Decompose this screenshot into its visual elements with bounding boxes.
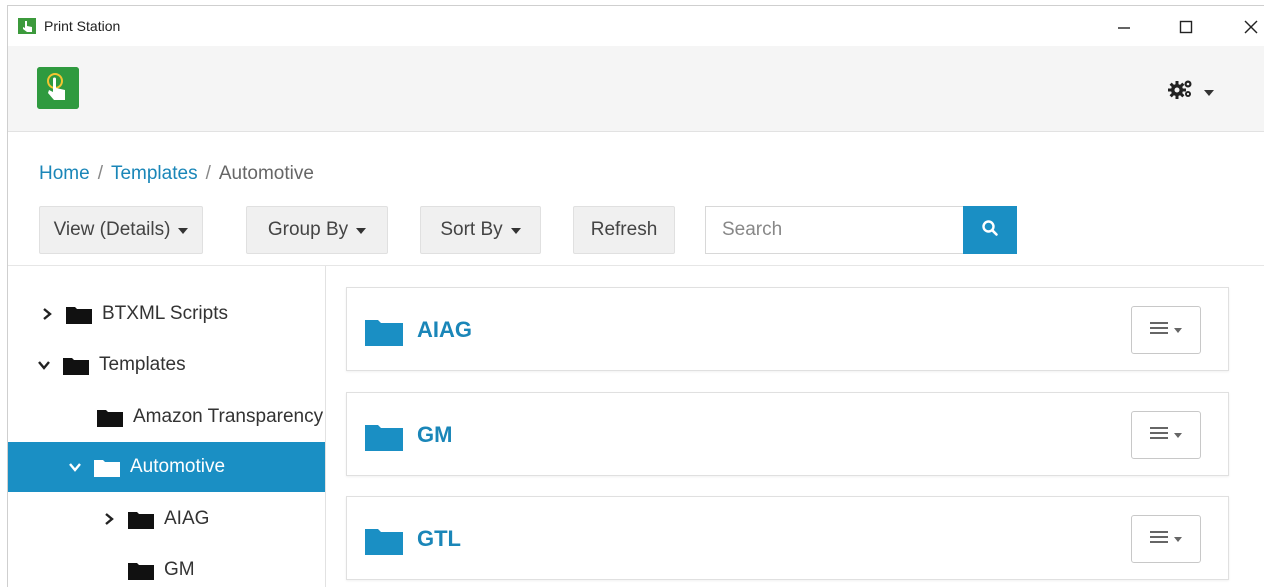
settings-menu-button[interactable] [1168,78,1214,105]
breadcrumb-templates[interactable]: Templates [111,163,198,185]
toolbar: View (Details) Group By Sort By Refresh [8,206,1264,266]
tree-item-amazon-transparency[interactable]: Amazon Transparency [8,392,325,442]
folder-icon [365,421,403,456]
chevron-down-icon [1174,327,1182,333]
folder-name[interactable]: GM [417,422,452,448]
tree-item-templates[interactable]: Templates [8,340,325,390]
folder-menu-button[interactable] [1131,411,1201,459]
tree-item-gm[interactable]: GM [8,545,325,587]
breadcrumb-separator: / [205,163,211,184]
hamburger-icon [1150,321,1168,340]
folder-name[interactable]: GTL [417,526,461,552]
tree-item-label: Automotive [130,456,226,477]
refresh-label: Refresh [590,219,658,240]
chevron-down-icon [510,228,521,234]
chevron-right-icon[interactable] [102,512,116,526]
tree-item-label: Amazon Transparency [133,406,324,427]
touch-hand-icon[interactable] [37,67,79,109]
sort-by-button[interactable]: Sort By [420,206,541,254]
app-icon [18,18,36,34]
tree-item-label: AIAG [164,508,210,529]
breadcrumb-separator: / [97,163,103,184]
folder-icon [97,407,123,427]
search-icon [981,219,999,242]
chevron-down-icon [1174,432,1182,438]
folder-card-gtl[interactable]: GTL [346,496,1229,580]
hamburger-icon [1150,530,1168,549]
tree-item-label: BTXML Scripts [102,303,228,324]
search-box [705,206,1019,254]
minimize-button[interactable] [1101,12,1147,42]
folder-icon [128,509,154,529]
folder-name[interactable]: AIAG [417,317,472,343]
hamburger-icon [1150,426,1168,445]
folder-icon [94,457,120,477]
folder-icon [66,304,92,324]
close-button[interactable] [1228,12,1264,42]
chevron-down-icon[interactable] [37,360,51,370]
search-button[interactable] [963,206,1017,254]
tree-item-label: GM [164,559,195,580]
chevron-down-icon [1204,89,1214,96]
view-label: View (Details) [53,219,171,240]
gears-icon [1168,78,1194,105]
folder-icon [63,355,89,375]
folder-icon [365,316,403,351]
chevron-down-icon [1174,536,1182,542]
tree-item-btxml-scripts[interactable]: BTXML Scripts [8,289,325,339]
sort-by-label: Sort By [440,219,503,240]
maximize-button[interactable] [1163,12,1209,42]
search-input[interactable] [705,206,965,254]
chevron-down-icon[interactable] [68,462,82,472]
folder-menu-button[interactable] [1131,515,1201,563]
folder-icon [365,525,403,560]
folder-tree: BTXML Scripts Templates Amazon Transpare… [8,266,326,587]
chevron-right-icon[interactable] [40,307,54,321]
view-dropdown-button[interactable]: View (Details) [39,206,203,254]
tree-item-aiag[interactable]: AIAG [8,494,325,544]
chevron-down-icon [178,228,189,234]
refresh-button[interactable]: Refresh [573,206,675,254]
folder-card-aiag[interactable]: AIAG [346,287,1229,371]
app-window: Print Station Home / Templates / Automot… [7,5,1264,587]
window-title: Print Station [44,18,121,34]
folder-menu-button[interactable] [1131,306,1201,354]
breadcrumb-home[interactable]: Home [39,163,90,185]
folder-card-gm[interactable]: GM [346,392,1229,476]
title-bar: Print Station [8,6,1264,46]
folder-icon [128,560,154,580]
tree-item-label: Templates [99,354,186,375]
chevron-down-icon [356,228,367,234]
breadcrumb: Home / Templates / Automotive [39,163,314,185]
group-by-button[interactable]: Group By [246,206,388,254]
tree-item-automotive[interactable]: Automotive [8,442,325,492]
breadcrumb-current: Automotive [218,163,314,184]
app-header [8,46,1264,132]
group-by-label: Group By [267,219,349,240]
